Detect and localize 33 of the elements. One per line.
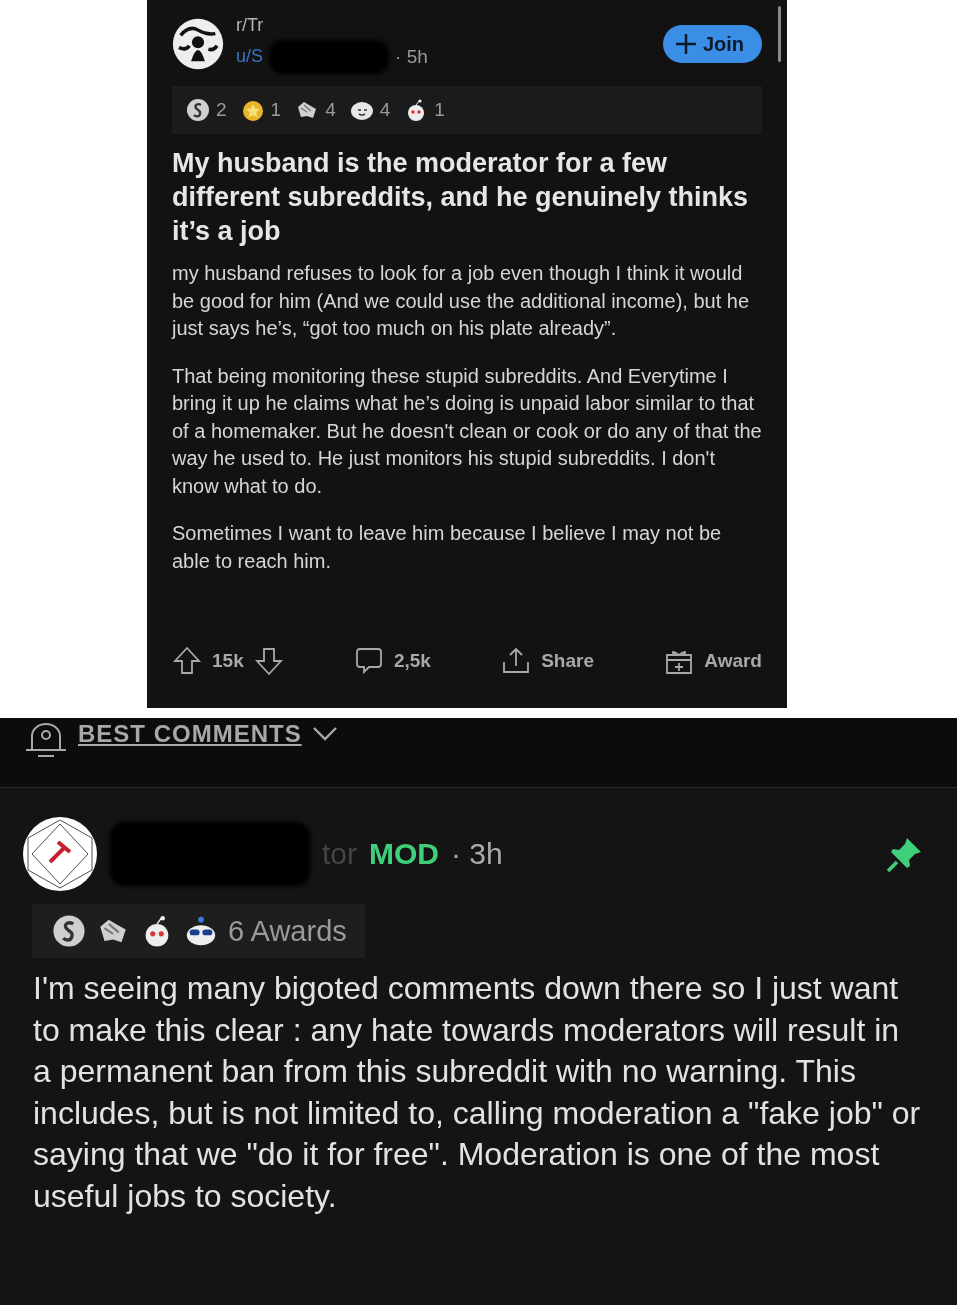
sort-button[interactable]: BEST COMMENTS <box>78 720 338 748</box>
coin-icon <box>52 914 86 948</box>
plus-icon <box>674 33 697 55</box>
award-count: 2 <box>216 99 227 121</box>
award-button[interactable]: Award <box>664 646 762 676</box>
chevron-down-icon <box>311 726 338 742</box>
downvote-icon[interactable] <box>253 646 284 676</box>
subreddit-avatar <box>172 18 224 70</box>
speech-bubble-icon <box>353 646 384 676</box>
comments-button[interactable]: 2,5k <box>353 646 431 676</box>
share-button[interactable]: Share <box>501 646 594 676</box>
comment-time: · 3h <box>451 837 503 871</box>
awards-count: 6 Awards <box>228 914 347 948</box>
post-title: My husband is the moderator for a few different subreddits, and he genuinely thinks it’s a job <box>172 147 750 248</box>
share-icon <box>501 646 532 676</box>
comment-text: I'm seeing many bigoted comments down there so I just want to make this clear : any hate towards moderators will result in a permanent ban from this subreddit with no warning. This includes, but is not limited to, calling moderation a "fake job" or saying that we "do it for free". Moderation is one of the most useful jobs to society. <box>33 969 922 1216</box>
award-count: 1 <box>270 99 282 121</box>
post-paragraph: Sometimes I want to leave him because I believe I may not be able to reach him. <box>172 521 723 574</box>
snoo-sunglasses-icon <box>184 914 218 948</box>
upvote-icon[interactable] <box>172 646 202 676</box>
award-count: 4 <box>325 99 336 121</box>
star-medal-icon <box>240 98 265 122</box>
coin-icon <box>186 98 210 122</box>
author-name[interactable]: u/S <box>236 46 264 67</box>
post-paragraph: my husband refuses to look for a job even though I think it would be good for him (And we could use the additional income), but he just says he’s, “got too much on his plate already”. <box>172 261 751 341</box>
mod-flair: MOD <box>369 837 439 871</box>
subreddit-name[interactable]: r/Tr <box>236 14 651 36</box>
award-count: 1 <box>434 99 445 121</box>
award-count: 4 <box>379 99 391 121</box>
vote-count: 15k <box>212 650 244 672</box>
post-paragraph: That being monitoring these stupid subreddits. And Everytime I bring it up he claims what he’s doing is unpaid labor similar to that of a homemaker. But he doesn't clean or cook or do any of that the way he used to. He just monitors his stupid subreddits. I don't know what to do. <box>172 363 762 499</box>
join-button[interactable]: Join <box>662 25 762 63</box>
post-time: · 5h <box>395 45 428 68</box>
